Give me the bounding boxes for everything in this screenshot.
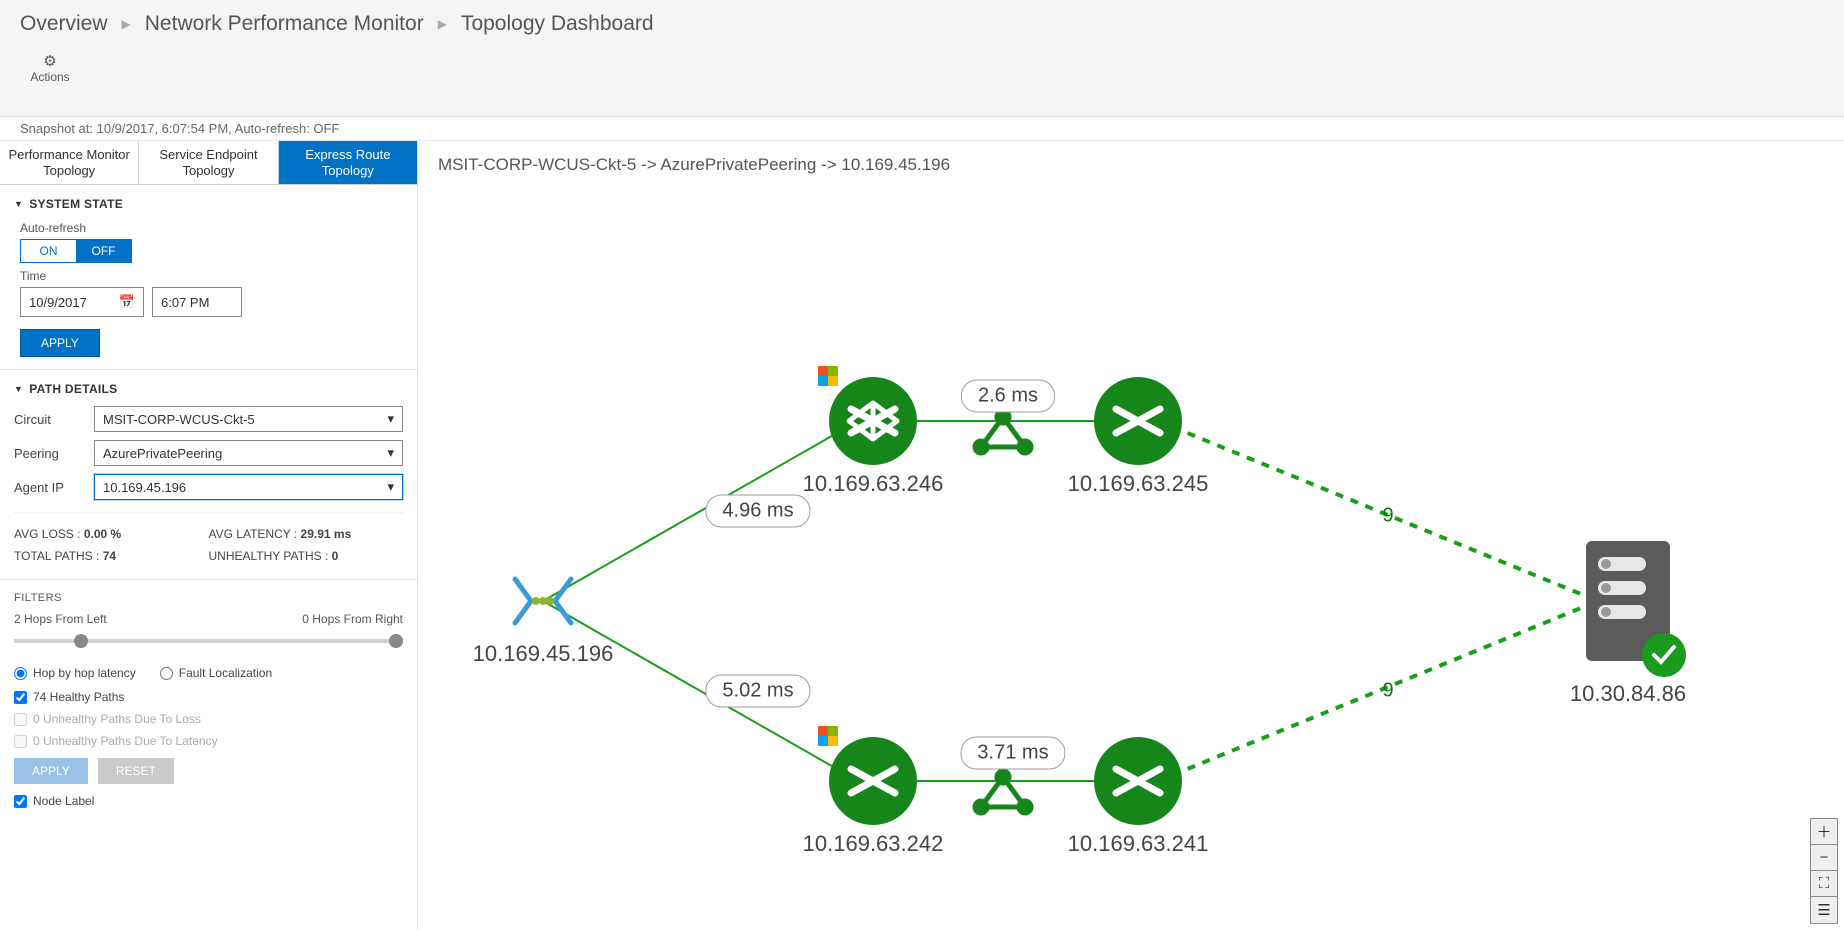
topology-title: MSIT-CORP-WCUS-Ckt-5 -> AzurePrivatePeer… xyxy=(418,141,1844,189)
microsoft-logo-icon xyxy=(818,726,838,746)
topology-canvas[interactable]: MSIT-CORP-WCUS-Ckt-5 -> AzurePrivatePeer… xyxy=(418,141,1844,930)
total-paths: TOTAL PATHS : 74 xyxy=(14,545,209,567)
edge-latency: 4.96 ms xyxy=(705,495,810,528)
radio-fault-localization[interactable]: Fault Localization xyxy=(160,666,272,680)
zoom-in-button[interactable]: ＋ xyxy=(1811,819,1837,845)
zoom-out-button[interactable]: − xyxy=(1811,845,1837,871)
time-label: Time xyxy=(20,269,403,283)
circuit-select[interactable]: MSIT-CORP-WCUS-Ckt-5 ▾ xyxy=(94,406,403,432)
zoom-toolbar: ＋ − ⛶ ☰ xyxy=(1810,818,1838,924)
chevron-down-icon: ▾ xyxy=(387,479,394,495)
select-value: 10.169.45.196 xyxy=(103,480,186,495)
auto-refresh-label: Auto-refresh xyxy=(20,221,403,235)
collapse-sidebar[interactable]: ‹ xyxy=(404,141,417,161)
sliders-icon: ⚙ xyxy=(43,52,56,70)
slider-thumb-right[interactable] xyxy=(389,634,403,648)
edge-hops: 9 xyxy=(1382,680,1393,703)
tab-perf-monitor[interactable]: Performance Monitor Topology xyxy=(0,141,139,184)
path-details-section: PATH DETAILS Circuit MSIT-CORP-WCUS-Ckt-… xyxy=(0,370,417,580)
node-label: 10.169.63.246 xyxy=(803,471,944,497)
peering-label: Peering xyxy=(14,446,94,461)
node-label-source: 10.169.45.196 xyxy=(473,641,614,667)
date-value: 10/9/2017 xyxy=(29,295,87,310)
date-input[interactable]: 10/9/2017 📅 xyxy=(20,287,144,317)
node-label: 10.169.63.241 xyxy=(1068,831,1209,857)
toggle-off[interactable]: OFF xyxy=(76,240,131,262)
agentip-select[interactable]: 10.169.45.196 ▾ xyxy=(94,474,403,500)
hops-slider[interactable] xyxy=(14,630,403,652)
filters-title: FILTERS xyxy=(14,592,403,604)
filters-section: FILTERS 2 Hops From Left 0 Hops From Rig… xyxy=(0,580,417,828)
chk-unhealthy-latency[interactable]: 0 Unhealthy Paths Due To Latency xyxy=(14,734,403,748)
select-value: MSIT-CORP-WCUS-Ckt-5 xyxy=(103,412,255,427)
breadcrumb-item[interactable]: Overview xyxy=(20,12,108,36)
calendar-icon: 📅 xyxy=(119,294,135,310)
avg-loss: AVG LOSS : 0.00 % xyxy=(14,523,209,545)
edge-hops: 9 xyxy=(1382,505,1393,528)
auto-refresh-toggle[interactable]: ON OFF xyxy=(20,239,132,263)
list-view-button[interactable]: ☰ xyxy=(1811,897,1837,923)
edge-latency: 2.6 ms xyxy=(961,380,1055,413)
actions-label: Actions xyxy=(30,70,69,84)
radio-hop-latency[interactable]: Hop by hop latency xyxy=(14,666,136,680)
filters-apply-button[interactable]: APPLY xyxy=(14,758,88,784)
tab-service-endpoint[interactable]: Service Endpoint Topology xyxy=(139,141,278,184)
hops-left-label: 2 Hops From Left xyxy=(14,612,107,626)
node-label: 10.169.63.245 xyxy=(1068,471,1209,497)
chk-node-label[interactable]: Node Label xyxy=(14,794,403,808)
breadcrumb-item[interactable]: Topology Dashboard xyxy=(461,12,654,36)
time-input[interactable]: 6:07 PM xyxy=(152,287,242,317)
system-state-section: SYSTEM STATE Auto-refresh ON OFF Time 10… xyxy=(0,185,417,370)
chevron-right-icon: ▶ xyxy=(438,17,447,31)
topology-tabs: Performance Monitor Topology Service End… xyxy=(0,141,417,185)
actions-button[interactable]: ⚙ Actions xyxy=(30,52,70,84)
section-title[interactable]: SYSTEM STATE xyxy=(14,197,403,211)
filters-reset-button[interactable]: RESET xyxy=(98,758,174,784)
avg-latency: AVG LATENCY : 29.91 ms xyxy=(209,523,404,545)
select-value: AzurePrivatePeering xyxy=(103,446,222,461)
peering-select[interactable]: AzurePrivatePeering ▾ xyxy=(94,440,403,466)
snapshot-info: Snapshot at: 10/9/2017, 6:07:54 PM, Auto… xyxy=(0,117,1844,141)
circuit-label: Circuit xyxy=(14,412,94,427)
edge-latency: 3.71 ms xyxy=(960,737,1065,770)
apply-time-button[interactable]: APPLY xyxy=(20,329,100,357)
hops-right-label: 0 Hops From Right xyxy=(302,612,403,626)
chk-healthy-paths[interactable]: 74 Healthy Paths xyxy=(14,690,403,704)
tab-express-route[interactable]: Express Route Topology xyxy=(279,141,417,184)
unhealthy-paths: UNHEALTHY PATHS : 0 xyxy=(209,545,404,567)
section-title[interactable]: PATH DETAILS xyxy=(14,382,403,396)
chevron-down-icon: ▾ xyxy=(387,445,394,461)
sidebar: ‹ Performance Monitor Topology Service E… xyxy=(0,141,418,930)
agentip-label: Agent IP xyxy=(14,480,94,495)
node-label-dest: 10.30.84.86 xyxy=(1570,681,1686,707)
microsoft-logo-icon xyxy=(818,366,838,386)
header: Overview ▶ Network Performance Monitor ▶… xyxy=(0,0,1844,117)
chevron-down-icon: ▾ xyxy=(387,411,394,427)
chevron-right-icon: ▶ xyxy=(122,17,131,31)
breadcrumb: Overview ▶ Network Performance Monitor ▶… xyxy=(0,0,1844,48)
edge-latency: 5.02 ms xyxy=(705,675,810,708)
node-label: 10.169.63.242 xyxy=(803,831,944,857)
slider-thumb-left[interactable] xyxy=(74,634,88,648)
chk-unhealthy-loss[interactable]: 0 Unhealthy Paths Due To Loss xyxy=(14,712,403,726)
breadcrumb-item[interactable]: Network Performance Monitor xyxy=(145,12,424,36)
toggle-on[interactable]: ON xyxy=(21,240,76,262)
fit-screen-button[interactable]: ⛶ xyxy=(1811,871,1837,897)
